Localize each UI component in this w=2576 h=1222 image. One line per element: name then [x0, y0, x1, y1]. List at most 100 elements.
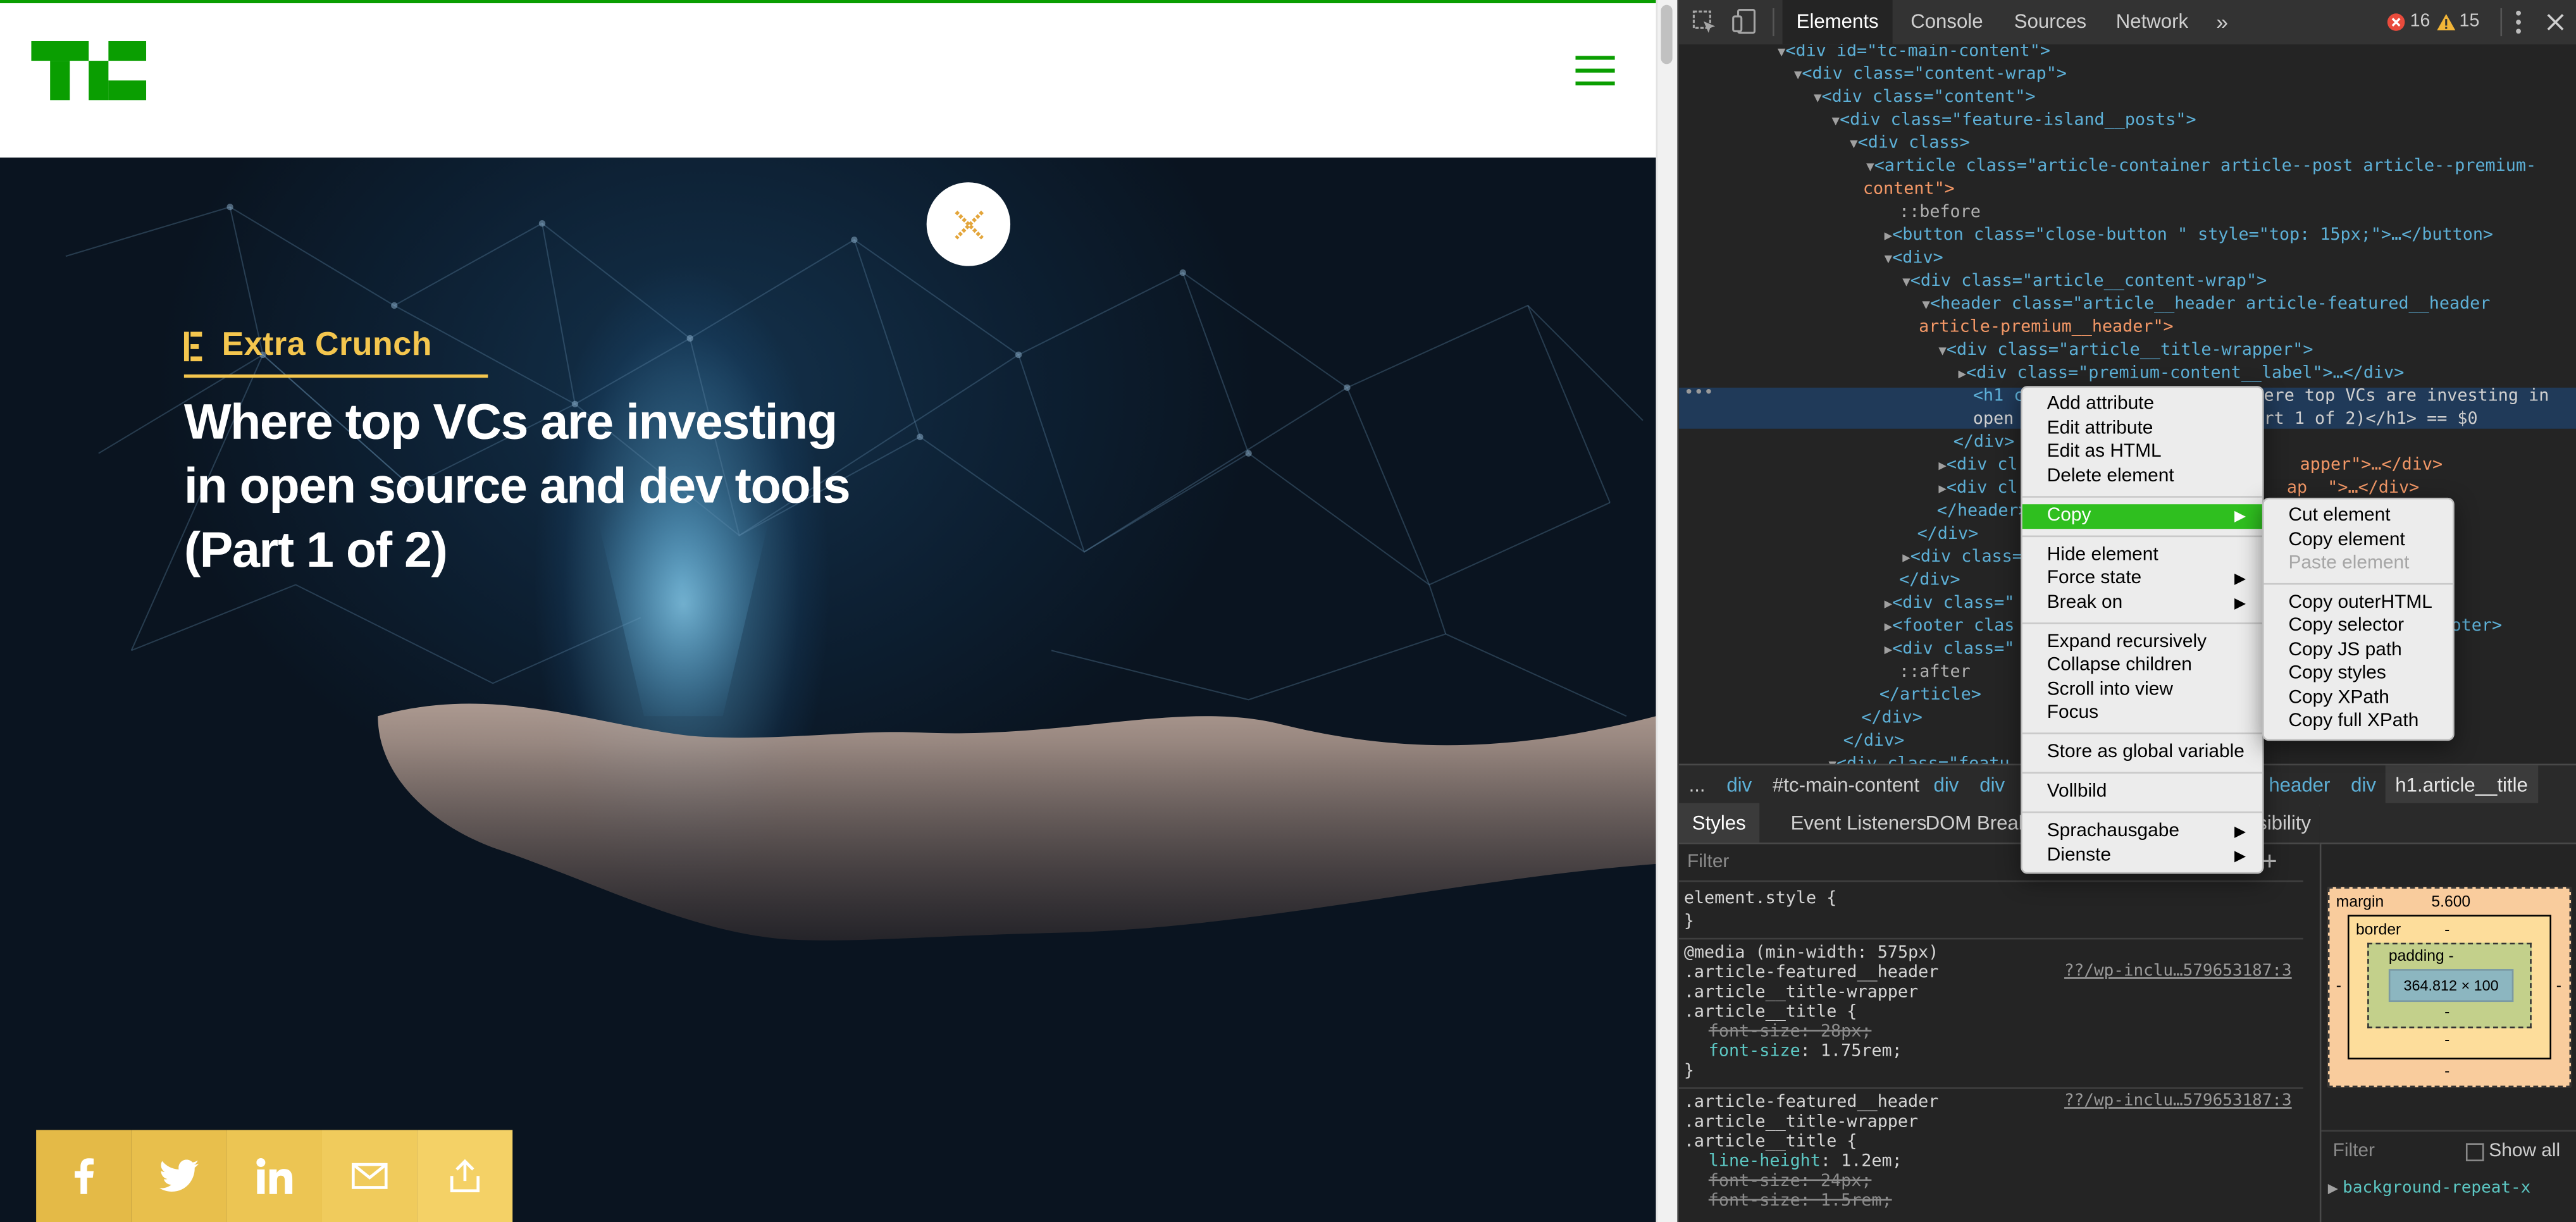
menu-item-copy-selector[interactable]: Copy selector	[2264, 614, 2453, 639]
stylesheet-link[interactable]: ??/wp-inclu…579653187:3	[2064, 1092, 2292, 1111]
menu-item-focus[interactable]: Focus	[2022, 701, 2262, 726]
computed-filter-input[interactable]: Filter	[2333, 1142, 2375, 1161]
more-tabs-button[interactable]: »	[2216, 0, 2228, 44]
breadcrumb-item[interactable]: div	[1979, 774, 2005, 796]
techcrunch-logo[interactable]	[31, 40, 147, 101]
inspect-element-icon[interactable]	[1692, 10, 1717, 35]
menu-item-copy-outerhtml[interactable]: Copy outerHTML	[2264, 591, 2453, 616]
hamburger-menu-icon[interactable]	[1575, 56, 1615, 86]
rule-selector[interactable]: .article-featured__header	[1684, 1092, 1938, 1112]
subtab-dom-breakpoints[interactable]: DOM Break	[1926, 812, 2029, 834]
tree-node[interactable]: ::before	[1679, 201, 2576, 223]
rule-selector[interactable]: .article__title {	[1684, 1132, 1857, 1151]
menu-item-store-as-global[interactable]: Store as global variable	[2022, 741, 2262, 765]
device-toolbar-icon[interactable]	[1731, 8, 1758, 35]
tree-node[interactable]: ▼<div class="article__content-wrap">	[1679, 269, 2576, 292]
rule-selector[interactable]: .article-featured__header	[1684, 963, 1938, 982]
facebook-share-button[interactable]	[36, 1130, 132, 1222]
warning-count[interactable]: 15	[2460, 0, 2480, 44]
padding-bottom-value: -	[2444, 1003, 2450, 1022]
style-property[interactable]: font-size: 28px;	[1709, 1021, 1872, 1041]
menu-item-copy-full-xpath[interactable]: Copy full XPath	[2264, 710, 2453, 734]
tree-node[interactable]: ▼<header class="article__header article-…	[1679, 292, 2576, 315]
tree-node[interactable]: ▼<div class="article__title-wrapper">	[1679, 338, 2576, 361]
menu-item-cut-element[interactable]: Cut element	[2264, 504, 2453, 529]
tree-node-text: <article class="article-container articl…	[1874, 156, 2537, 176]
menu-item-copy[interactable]: Copy ▶	[2022, 504, 2262, 529]
subtab-accessibility[interactable]: sibility	[2257, 812, 2311, 834]
menu-item-break-on[interactable]: Break on ▶	[2022, 591, 2262, 616]
article-kicker[interactable]: Extra Crunch	[222, 327, 432, 365]
menu-item-copy-js-path[interactable]: Copy JS path	[2264, 639, 2453, 663]
tab-network[interactable]: Network	[2116, 0, 2188, 44]
tree-node[interactable]: ▼<div id="tc-main-content">	[1679, 44, 2576, 63]
styles-filter-input[interactable]: Filter	[1687, 853, 1729, 872]
box-padding[interactable]: padding - - 364.812 × 100	[2367, 942, 2532, 1028]
menu-item-hide-element[interactable]: Hide element	[2022, 544, 2262, 569]
email-share-button[interactable]	[321, 1130, 418, 1222]
subtab-styles[interactable]: Styles	[1679, 803, 1759, 843]
menu-item-copy-xpath[interactable]: Copy XPath	[2264, 686, 2453, 711]
page-scrollbar[interactable]	[1656, 0, 1680, 1222]
tree-node[interactable]: ▶<div class="premium-content__label">…</…	[1679, 361, 2576, 384]
subtab-event-listeners[interactable]: Event Listeners	[1791, 812, 1927, 834]
stylesheet-link[interactable]: ??/wp-inclu…579653187:3	[2064, 963, 2292, 981]
tree-node-text: <button class="close-button " style="top…	[1892, 225, 2494, 245]
breadcrumb-item[interactable]: div	[1934, 774, 1959, 796]
style-property[interactable]: line-height: 1.2em;	[1709, 1151, 1902, 1171]
box-content-size[interactable]: 364.812 × 100	[2388, 969, 2514, 1003]
kebab-menu-icon[interactable]	[2515, 10, 2522, 35]
breadcrumb-item[interactable]: div	[2351, 774, 2376, 796]
menu-item-expand-recursively[interactable]: Expand recursively	[2022, 631, 2262, 655]
twitter-icon	[159, 1159, 199, 1192]
box-margin[interactable]: margin 5.600 - - - border - - padding - …	[2327, 887, 2572, 1088]
computed-property[interactable]: background-repeat-x	[2343, 1180, 2530, 1198]
rule-selector[interactable]: .article__title-wrapper	[1684, 1112, 1918, 1132]
tab-console[interactable]: Console	[1910, 0, 1983, 44]
menu-item-force-state[interactable]: Force state ▶	[2022, 567, 2262, 591]
menu-item-add-attribute[interactable]: Add attribute	[2022, 393, 2262, 417]
more-share-button[interactable]	[417, 1130, 513, 1222]
menu-item-scroll-into-view[interactable]: Scroll into view	[2022, 678, 2262, 703]
menu-item-copy-styles[interactable]: Copy styles	[2264, 662, 2453, 687]
tree-node[interactable]: ▼<div class="feature-island__posts">	[1679, 108, 2576, 131]
style-property[interactable]: font-size: 1.75rem;	[1709, 1041, 1902, 1061]
tab-elements[interactable]: Elements	[1782, 0, 1893, 45]
rule-selector[interactable]: .article__title {	[1684, 1002, 1857, 1021]
menu-item-delete-element[interactable]: Delete element	[2022, 465, 2262, 490]
tree-node[interactable]: ▼<article class="article-container artic…	[1679, 154, 2576, 177]
breadcrumb-item[interactable]: header	[2269, 774, 2330, 796]
tab-sources[interactable]: Sources	[2014, 0, 2086, 44]
rule-selector[interactable]: .article__title-wrapper	[1684, 982, 1918, 1002]
breadcrumb-item[interactable]: div	[1726, 774, 1752, 796]
breadcrumb-current[interactable]: h1.article__title	[2385, 765, 2538, 805]
new-style-rule-icon[interactable]: +	[2262, 846, 2277, 875]
expand-triangle-icon[interactable]: ▶	[2328, 1181, 2338, 1195]
style-property[interactable]: font-size: 1.5rem;	[1709, 1191, 1892, 1211]
tree-node[interactable]: ▶<button class="close-button " style="to…	[1679, 223, 2576, 246]
twitter-share-button[interactable]	[131, 1130, 227, 1222]
breadcrumb-ellipsis[interactable]: ...	[1689, 774, 1706, 796]
box-border[interactable]: border - - padding - - 364.812 × 100	[2347, 915, 2551, 1059]
tree-node[interactable]: ▼<div class="content">	[1679, 85, 2576, 108]
show-all-checkbox[interactable]	[2465, 1143, 2484, 1161]
scrollbar-thumb[interactable]	[1661, 4, 1673, 65]
menu-item-edit-as-html[interactable]: Edit as HTML	[2022, 440, 2262, 465]
breadcrumb-item[interactable]: #tc-main-content	[1773, 774, 1919, 796]
close-button[interactable]	[926, 182, 1011, 266]
menu-item-sprachausgabe[interactable]: Sprachausgabe ▶	[2022, 820, 2262, 844]
tree-node[interactable]: ▼<div>	[1679, 247, 2576, 269]
devtools-tab-bar: Elements Console Sources Network » 16 15	[1679, 0, 2576, 46]
tree-node[interactable]: ▼<div class="content-wrap">	[1679, 63, 2576, 85]
close-devtools-icon[interactable]	[2546, 13, 2565, 32]
menu-item-collapse-children[interactable]: Collapse children	[2022, 654, 2262, 679]
error-count[interactable]: 16	[2410, 0, 2430, 44]
menu-item-edit-attribute[interactable]: Edit attribute	[2022, 417, 2262, 442]
element-style-rule[interactable]: element.style {	[1684, 889, 1837, 908]
linkedin-share-button[interactable]	[226, 1130, 322, 1222]
tree-node[interactable]: ▼<div class>	[1679, 132, 2576, 154]
style-property[interactable]: font-size: 24px;	[1709, 1171, 1872, 1191]
menu-item-vollbild[interactable]: Vollbild	[2022, 780, 2262, 805]
menu-item-copy-element[interactable]: Copy element	[2264, 529, 2453, 553]
menu-item-dienste[interactable]: Dienste ▶	[2022, 844, 2262, 869]
